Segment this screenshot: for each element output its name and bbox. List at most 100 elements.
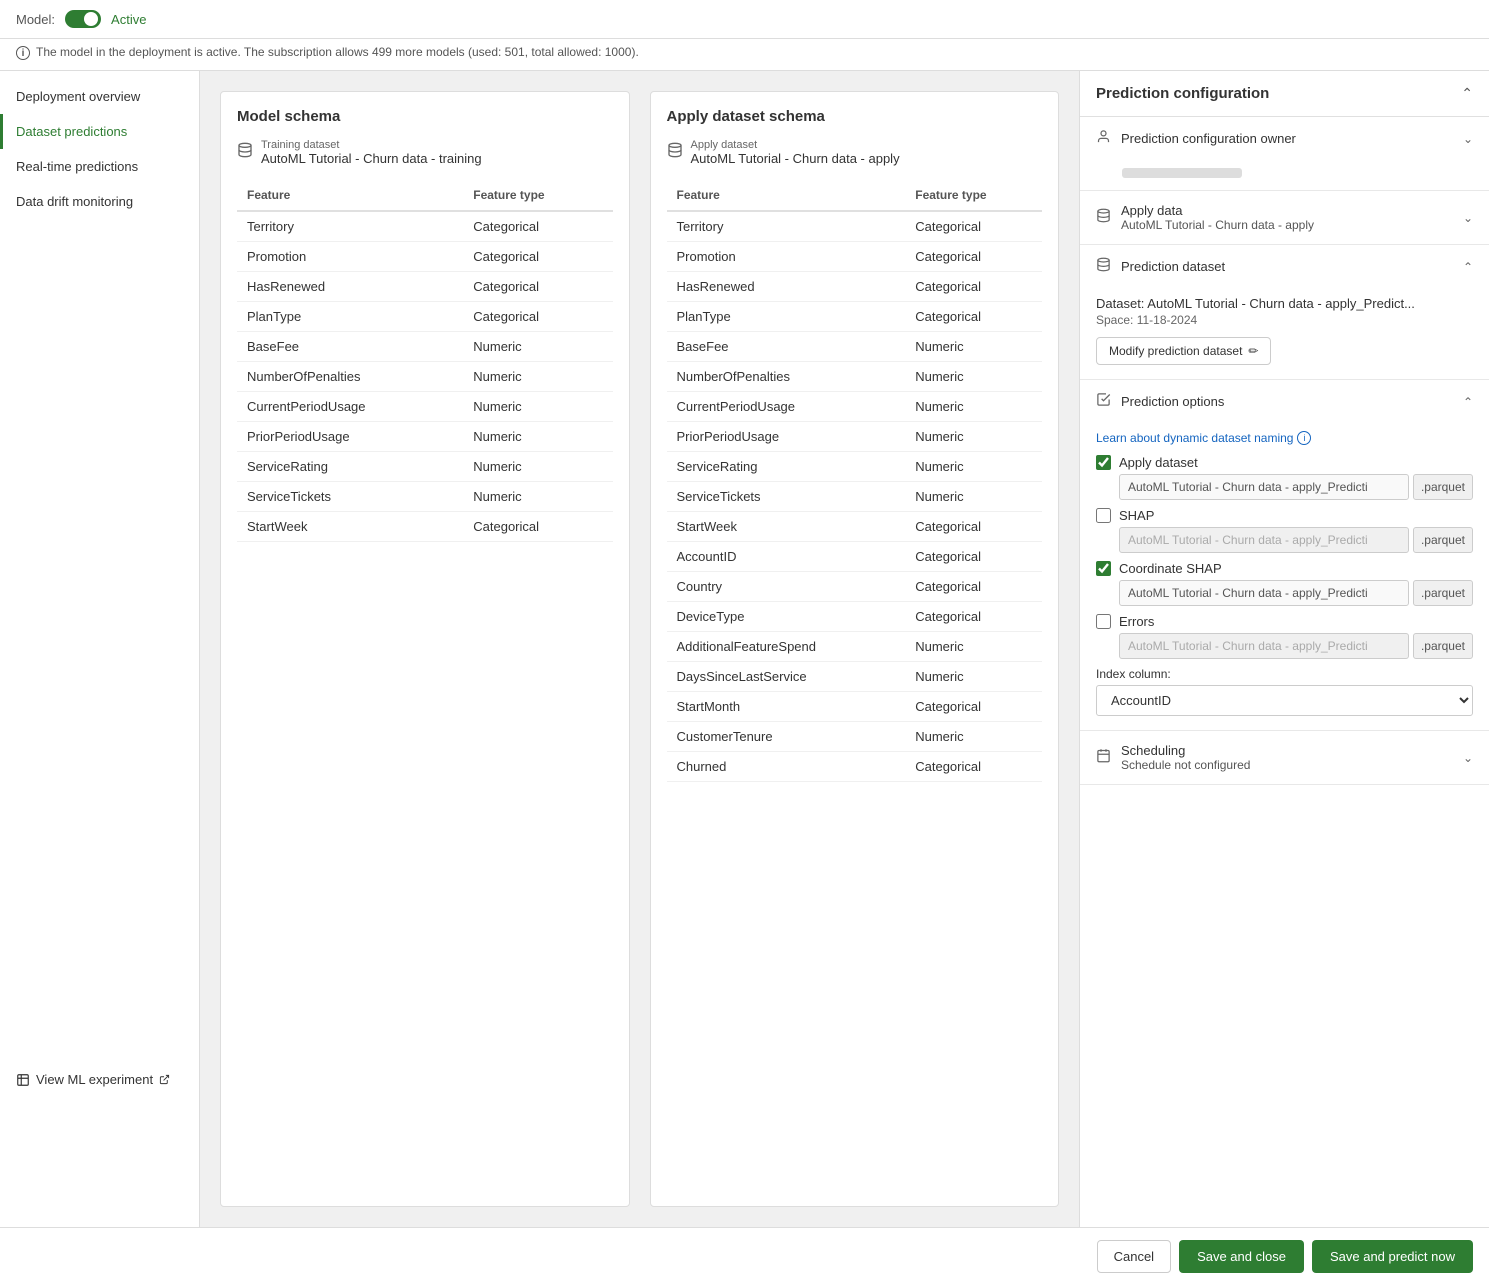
apply-dataset-field[interactable]	[1119, 474, 1409, 500]
model-schema-table: Feature Feature type TerritoryCategorica…	[237, 180, 613, 542]
view-ml-experiment-link[interactable]: View ML experiment	[0, 1062, 200, 1097]
sidebar-item-dataset-predictions[interactable]: Dataset predictions	[0, 114, 199, 149]
table-row: ServiceTicketsNumeric	[667, 482, 1043, 512]
type-cell: Categorical	[463, 211, 612, 242]
type-cell: Numeric	[463, 362, 612, 392]
feature-cell: BaseFee	[237, 332, 463, 362]
apply-data-label: Apply data	[1121, 203, 1314, 218]
scheduling-value: Schedule not configured	[1121, 758, 1250, 772]
apply-dataset-checkbox-label[interactable]: Apply dataset	[1096, 455, 1473, 470]
table-row: PlanTypeCategorical	[667, 302, 1043, 332]
type-cell: Categorical	[463, 272, 612, 302]
apply-dataset-option: Apply dataset .parquet	[1096, 455, 1473, 500]
collapse-right-panel-button[interactable]: ⌃	[1461, 85, 1473, 102]
apply-col-type: Feature type	[905, 180, 1042, 211]
coordinate-shap-field[interactable]	[1119, 580, 1409, 606]
table-row: PriorPeriodUsageNumeric	[237, 422, 613, 452]
save-close-button[interactable]: Save and close	[1179, 1240, 1304, 1273]
scheduling-section-header[interactable]: Scheduling Schedule not configured ⌄	[1080, 731, 1489, 784]
table-row: ServiceRatingNumeric	[237, 452, 613, 482]
apply-schema-panel: Apply dataset schema Apply dataset AutoM…	[650, 91, 1060, 1207]
type-cell: Numeric	[905, 362, 1042, 392]
table-row: ServiceRatingNumeric	[667, 452, 1043, 482]
apply-schema-title: Apply dataset schema	[667, 108, 1043, 125]
pencil-icon: ✏	[1248, 344, 1258, 358]
type-cell: Categorical	[905, 512, 1042, 542]
right-panel-title: Prediction configuration	[1096, 85, 1269, 102]
owner-label: Prediction configuration owner	[1121, 131, 1296, 146]
feature-cell: StartWeek	[237, 512, 463, 542]
model-col-type: Feature type	[463, 180, 612, 211]
owner-bar	[1122, 168, 1242, 178]
feature-cell: Churned	[667, 752, 906, 782]
view-experiment-label: View ML experiment	[36, 1072, 153, 1087]
type-cell: Numeric	[463, 392, 612, 422]
table-row: CountryCategorical	[667, 572, 1043, 602]
prediction-dataset-label: Prediction dataset	[1121, 259, 1225, 274]
index-column-label: Index column:	[1096, 667, 1473, 681]
prediction-options-section-header[interactable]: Prediction options ⌃	[1080, 380, 1489, 423]
table-row: NumberOfPenaltiesNumeric	[237, 362, 613, 392]
errors-checkbox-label[interactable]: Errors	[1096, 614, 1473, 629]
feature-cell: StartWeek	[667, 512, 906, 542]
table-row: BaseFeeNumeric	[237, 332, 613, 362]
info-icon: i	[16, 46, 30, 60]
modify-btn-label: Modify prediction dataset	[1109, 344, 1242, 358]
prediction-dataset-section: Prediction dataset ⌃ Dataset: AutoML Tut…	[1080, 245, 1489, 380]
table-row: StartMonthCategorical	[667, 692, 1043, 722]
shap-field	[1119, 527, 1409, 553]
owner-content	[1080, 160, 1489, 190]
footer: Cancel Save and close Save and predict n…	[0, 1227, 1489, 1285]
type-cell: Categorical	[905, 302, 1042, 332]
schemas-area: Model schema Training dataset AutoML Tut…	[200, 71, 1079, 1227]
feature-cell: CurrentPeriodUsage	[237, 392, 463, 422]
sidebar-item-data-drift[interactable]: Data drift monitoring	[0, 184, 199, 219]
table-row: CurrentPeriodUsageNumeric	[237, 392, 613, 422]
errors-checkbox[interactable]	[1096, 614, 1111, 629]
feature-cell: PlanType	[237, 302, 463, 332]
model-col-feature: Feature	[237, 180, 463, 211]
apply-data-value: AutoML Tutorial - Churn data - apply	[1121, 218, 1314, 232]
right-panel-header: Prediction configuration ⌃	[1080, 71, 1489, 117]
shap-checkbox-label[interactable]: SHAP	[1096, 508, 1473, 523]
type-cell: Numeric	[905, 452, 1042, 482]
training-dataset-name: AutoML Tutorial - Churn data - training	[261, 151, 482, 166]
type-cell: Numeric	[905, 482, 1042, 512]
type-cell: Categorical	[905, 242, 1042, 272]
cancel-button[interactable]: Cancel	[1097, 1240, 1171, 1273]
prediction-options-section: Prediction options ⌃ Learn about dynamic…	[1080, 380, 1489, 731]
scheduling-label: Scheduling	[1121, 743, 1250, 758]
dynamic-naming-link[interactable]: Learn about dynamic dataset naming i	[1096, 431, 1473, 445]
table-row: PromotionCategorical	[237, 242, 613, 272]
feature-cell: DeviceType	[667, 602, 906, 632]
save-predict-button[interactable]: Save and predict now	[1312, 1240, 1473, 1273]
errors-option-label: Errors	[1119, 614, 1154, 629]
owner-section-header[interactable]: Prediction configuration owner ⌄	[1080, 117, 1489, 160]
modify-prediction-dataset-button[interactable]: Modify prediction dataset ✏	[1096, 337, 1271, 365]
sidebar-item-realtime-predictions[interactable]: Real-time predictions	[0, 149, 199, 184]
model-schema-panel: Model schema Training dataset AutoML Tut…	[220, 91, 630, 1207]
feature-cell: CustomerTenure	[667, 722, 906, 752]
type-cell: Numeric	[463, 332, 612, 362]
feature-cell: PriorPeriodUsage	[667, 422, 906, 452]
pred-dataset-space: Space: 11-18-2024	[1096, 313, 1473, 327]
apply-data-section-header[interactable]: Apply data AutoML Tutorial - Churn data …	[1080, 191, 1489, 244]
table-row: AccountIDCategorical	[667, 542, 1043, 572]
coordinate-shap-checkbox-label[interactable]: Coordinate SHAP	[1096, 561, 1473, 576]
index-column-select[interactable]: AccountID	[1096, 685, 1473, 716]
coordinate-shap-checkbox[interactable]	[1096, 561, 1111, 576]
prediction-dataset-section-header[interactable]: Prediction dataset ⌃	[1080, 245, 1489, 288]
shap-checkbox[interactable]	[1096, 508, 1111, 523]
content-area: Model schema Training dataset AutoML Tut…	[200, 71, 1489, 1227]
feature-cell: AccountID	[667, 542, 906, 572]
model-toggle[interactable]	[65, 10, 101, 28]
dynamic-naming-info-icon: i	[1297, 431, 1311, 445]
table-row: DaysSinceLastServiceNumeric	[667, 662, 1043, 692]
sidebar-item-deployment-overview[interactable]: Deployment overview	[0, 79, 199, 114]
apply-dataset-tag: .parquet	[1413, 474, 1473, 500]
table-row: NumberOfPenaltiesNumeric	[667, 362, 1043, 392]
pred-options-chevron-icon: ⌃	[1463, 395, 1473, 409]
feature-cell: NumberOfPenalties	[667, 362, 906, 392]
apply-dataset-checkbox[interactable]	[1096, 455, 1111, 470]
type-cell: Categorical	[905, 572, 1042, 602]
